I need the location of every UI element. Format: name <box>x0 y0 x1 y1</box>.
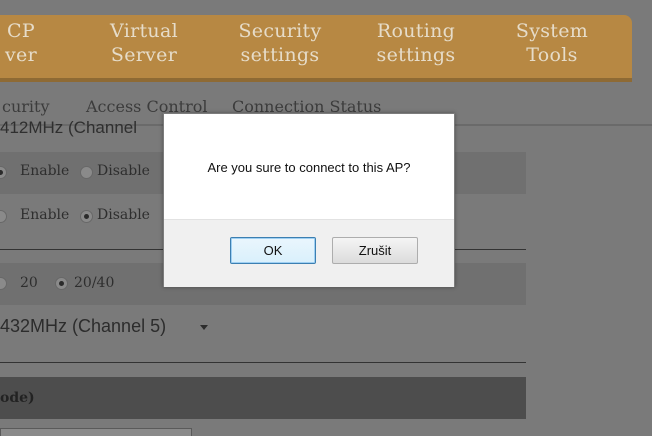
section-header-bar <box>0 377 526 419</box>
nav-item-label-line2: Server <box>110 44 178 66</box>
nav-item-label-line2: ver <box>5 44 37 66</box>
cancel-button[interactable]: Zrušit <box>332 237 418 264</box>
top-navigation-bar: CP ver Virtual Server Security settings … <box>0 15 632 82</box>
nav-item-label-line2: settings <box>376 44 456 66</box>
nav-item-virtual-server[interactable]: Virtual Server <box>96 19 192 67</box>
nav-item-security-settings[interactable]: Security settings <box>228 19 332 67</box>
nav-item-routing-settings[interactable]: Routing settings <box>366 19 466 67</box>
nav-item-label-line1: Security <box>238 20 322 42</box>
radio-bandwidth-20-40[interactable] <box>55 277 68 290</box>
divider <box>0 362 526 363</box>
dialog-message: Are you sure to connect to this AP? <box>207 160 411 175</box>
channel-select[interactable]: 432MHz (Channel 5) <box>0 316 166 337</box>
radio-disable-label-2: Disable <box>97 207 150 223</box>
bandwidth-20-label: 20 <box>20 275 38 291</box>
radio-enable-2[interactable] <box>0 210 7 223</box>
channel-text-partial: 412MHz (Channel <box>0 118 138 137</box>
bandwidth-20-40-label: 20/40 <box>74 275 115 291</box>
nav-item-system-tools[interactable]: System Tools <box>506 19 598 67</box>
radio-enable-label-1: Enable <box>20 163 70 179</box>
nav-item-label-line1: CP <box>7 20 35 42</box>
tab-security[interactable]: curity <box>2 97 50 116</box>
radio-disable-label-1: Disable <box>97 163 150 179</box>
nav-item-label-line2: settings <box>240 44 320 66</box>
radio-enable-label-2: Enable <box>20 207 70 223</box>
nav-item-label-line2: Tools <box>526 44 578 66</box>
ok-button[interactable]: OK <box>230 237 316 264</box>
section-title: ode) <box>0 390 35 406</box>
radio-disable-1[interactable] <box>80 166 93 179</box>
radio-disable-2[interactable] <box>80 210 93 223</box>
dialog-footer: OK Zrušit <box>164 219 454 287</box>
chevron-down-icon[interactable] <box>200 325 208 330</box>
nav-item-label-line1: System <box>515 20 589 42</box>
confirm-dialog: Are you sure to connect to this AP? OK Z… <box>163 113 455 287</box>
nav-item-dhcp-server[interactable]: CP ver <box>0 19 44 67</box>
nav-item-label-line1: Routing <box>376 20 456 42</box>
nav-item-label-line1: Virtual <box>110 20 178 42</box>
